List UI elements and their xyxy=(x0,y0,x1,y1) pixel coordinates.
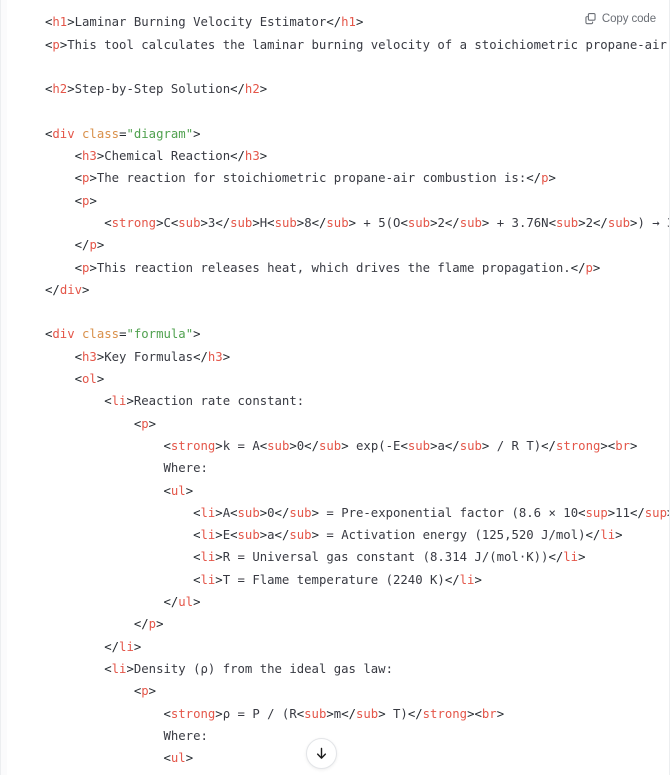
code-line: <p>The reaction for stoichiometric propa… xyxy=(74,171,556,186)
code-line: </li> xyxy=(104,639,142,654)
code-line: <strong>C<sub>3</sub>H<sub>8</sub> + 5(O… xyxy=(104,215,669,230)
code-line: </ul> xyxy=(163,595,201,610)
copy-icon xyxy=(584,12,597,25)
code-line: </p> xyxy=(133,617,164,632)
code-source-listing: ' <h1>Laminar Burning Velocity Estimator<… xyxy=(1,0,669,769)
code-line: <ul> xyxy=(163,483,194,498)
code-line: <li>Reaction rate constant: xyxy=(104,394,305,409)
code-line: <li>R = Universal gas constant (8.314 J/… xyxy=(193,550,586,565)
code-line: Where: xyxy=(163,461,208,476)
code-line: <strong>k = A<sub>0</sub> exp(-E<sub>a</… xyxy=(163,438,638,453)
code-line: <h1>Laminar Burning Velocity Estimator</… xyxy=(45,15,364,30)
code-line: <li>A<sub>0</sub> = Pre-exponential fact… xyxy=(193,505,669,520)
code-line: <h2>Step-by-Step Solution</h2> xyxy=(45,82,268,97)
code-line: <li>E<sub>a</sub> = Activation energy (1… xyxy=(193,528,623,543)
code-block: ' <h1>Laminar Burning Velocity Estimator<… xyxy=(0,0,670,775)
code-line: <p> xyxy=(74,193,97,208)
code-line: <div class="diagram"> xyxy=(45,126,201,141)
code-line: <li>T = Flame temperature (2240 K)</li> xyxy=(193,572,482,587)
code-line: </p> xyxy=(74,238,105,253)
code-line: <ul> xyxy=(163,751,194,766)
code-line: <p> xyxy=(133,416,157,431)
code-line: <h3>Key Formulas</h3> xyxy=(74,349,231,364)
code-scroll-viewport[interactable]: ' <h1>Laminar Burning Velocity Estimator<… xyxy=(1,0,669,775)
code-line: <p>This tool calculates the laminar burn… xyxy=(45,37,667,52)
scroll-to-bottom-button[interactable] xyxy=(306,738,337,769)
code-line: </div> xyxy=(45,282,90,297)
code-line: <h3>Chemical Reaction</h3> xyxy=(74,149,268,164)
copy-code-button[interactable]: Copy code xyxy=(581,10,659,27)
copy-code-label: Copy code xyxy=(601,12,656,25)
code-line: <p> xyxy=(133,684,157,699)
code-line: ' xyxy=(45,0,53,7)
code-line: Where: xyxy=(163,728,208,743)
code-line: <li>Density (ρ) from the ideal gas law: xyxy=(104,661,393,676)
code-line: <div class="formula"> xyxy=(45,327,201,342)
arrow-down-icon xyxy=(314,746,329,761)
code-line: <p>This reaction releases heat, which dr… xyxy=(74,260,601,275)
code-line: <strong>ρ = P / (R<sub>m</sub> T)</stron… xyxy=(163,706,505,721)
code-line: <ol> xyxy=(74,372,105,387)
